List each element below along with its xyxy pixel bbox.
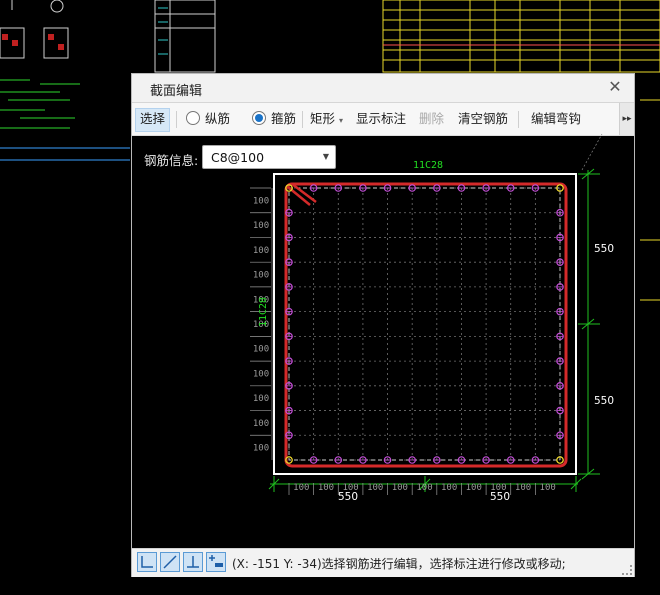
cover-line	[288, 187, 561, 461]
spacing-label: 100	[318, 483, 334, 493]
spacing-label: 100	[253, 246, 269, 256]
rebar-points[interactable]	[285, 184, 564, 464]
section-outline	[273, 173, 577, 475]
status-message: (X: -151 Y: -34)选择钢筋进行编辑，选择标注进行修改或移动;	[232, 557, 566, 571]
spacing-label: 100	[392, 483, 408, 493]
spacing-label: 100	[466, 483, 482, 493]
right-dim-top[interactable]: 550	[594, 243, 614, 255]
bottom-dim-right[interactable]: 550	[490, 491, 510, 503]
right-dim-bottom[interactable]: 550	[594, 395, 614, 407]
line-tool-button[interactable]	[160, 552, 180, 572]
add-annotation-button[interactable]	[206, 552, 226, 572]
left-bar-label[interactable]: 11C28	[258, 297, 269, 327]
spacing-label: 100	[293, 483, 309, 493]
spacing-label: 100	[253, 369, 269, 379]
spacing-label: 100	[540, 483, 556, 493]
section-grid	[288, 187, 561, 461]
spacing-label: 100	[253, 345, 269, 355]
spacing-label: 100	[253, 444, 269, 454]
spacing-label: 100	[416, 483, 432, 493]
perpendicular-tool-button[interactable]	[183, 552, 203, 572]
spacing-label: 100	[253, 221, 269, 231]
spacing-label: 100	[515, 483, 531, 493]
section-edit-dialog: 截面编辑 ✕ 选择 纵筋 箍筋 矩形 ▾ 显示标注 删除 清空钢筋 编辑弯钩 ▸…	[131, 73, 635, 577]
spacing-label: 100	[253, 394, 269, 404]
spacing-label: 100	[253, 196, 269, 206]
corner-tool-icon	[141, 556, 153, 568]
spacing-label: 100	[253, 419, 269, 429]
add-annotation-icon	[209, 555, 223, 567]
stirrup-outline[interactable]	[284, 182, 568, 468]
corner-tool-button[interactable]	[137, 552, 157, 572]
status-bar: (X: -151 Y: -34)选择钢筋进行编辑，选择标注进行修改或移动;	[132, 548, 634, 577]
resize-grip-icon[interactable]	[622, 565, 632, 575]
spacing-label: 100	[367, 483, 383, 493]
spacing-label: 100	[253, 271, 269, 281]
section-canvas[interactable]: 100 100 100 100 100 100 100 100 100 100 100 100 100 1…	[132, 74, 634, 546]
top-bar-label[interactable]: 11C28	[413, 160, 443, 171]
leader-line	[581, 133, 603, 171]
perpendicular-icon	[187, 556, 199, 568]
spacing-label: 100	[441, 483, 457, 493]
line-tool-icon	[163, 555, 177, 569]
bottom-dim-left[interactable]: 550	[338, 491, 358, 503]
